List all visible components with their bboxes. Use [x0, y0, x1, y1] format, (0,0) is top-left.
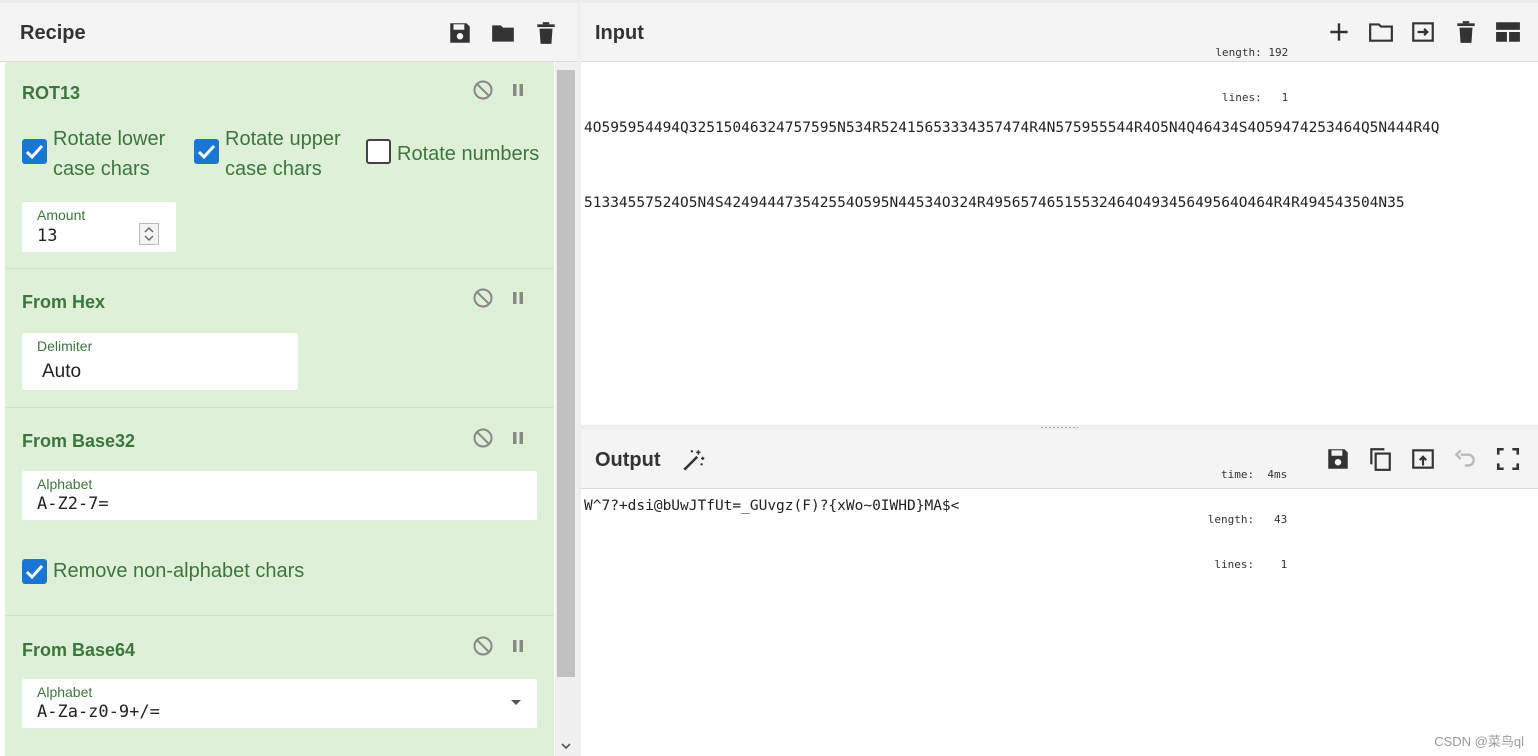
load-file-icon[interactable] — [1410, 19, 1436, 45]
trash-icon[interactable] — [533, 20, 559, 46]
delimiter-label: Delimiter — [37, 338, 93, 354]
open-folder-icon[interactable] — [1368, 19, 1394, 45]
rotate-lower-label: Rotate lower case chars — [53, 128, 166, 180]
remove-non-alphabet-checkbox[interactable] — [22, 559, 47, 584]
rotate-upper-label: Rotate upper case chars — [225, 128, 341, 180]
clear-input-icon[interactable] — [1453, 19, 1479, 45]
operation-title: ROT13 — [22, 83, 81, 103]
rotate-upper-checkbox[interactable] — [194, 139, 219, 164]
operation-from-base32: From Base32 Alphabet A-Z2-7= Remove non-… — [5, 408, 554, 616]
maximize-icon[interactable] — [1495, 446, 1521, 472]
delimiter-value[interactable]: Auto — [42, 361, 81, 383]
operation-title: From Hex — [22, 292, 106, 312]
input-textarea[interactable]: 4O595954494Q32515046324757595N534R524156… — [584, 66, 1440, 241]
pause-icon[interactable] — [507, 635, 529, 657]
check-icon — [25, 564, 44, 580]
replace-input-icon[interactable] — [1410, 446, 1436, 472]
dropdown-arrow-icon[interactable] — [510, 699, 522, 707]
rotate-numbers-label: Rotate numbers — [397, 143, 540, 165]
alphabet-label: Alphabet — [37, 476, 93, 492]
delimiter-field[interactable]: Delimiter Auto — [22, 333, 298, 390]
disable-icon[interactable] — [472, 287, 494, 309]
save-output-icon[interactable] — [1325, 446, 1351, 472]
output-header: Output time: 4ms length: 43 lines: 1 — [581, 430, 1538, 571]
pause-icon[interactable] — [507, 79, 529, 101]
disable-icon[interactable] — [472, 79, 494, 101]
alphabet-label: Alphabet — [37, 684, 93, 700]
base64-alphabet-field[interactable]: Alphabet A-Za-z0-9+/= — [22, 679, 537, 728]
base32-alphabet-field[interactable]: Alphabet A-Z2-7= — [22, 471, 537, 520]
disable-icon[interactable] — [472, 635, 494, 657]
remove-non-alphabet-label: Remove non-alphabet chars — [53, 560, 305, 582]
rotate-numbers-checkbox[interactable] — [366, 139, 391, 164]
layout-icon[interactable] — [1495, 19, 1521, 45]
save-icon[interactable] — [447, 20, 473, 46]
recipe-operations-list: ROT13 Rotate lower case chars Rotate upp… — [5, 62, 554, 756]
stepper-icon[interactable] — [139, 223, 159, 245]
rotate-lower-checkbox[interactable] — [22, 139, 47, 164]
copy-icon[interactable] — [1367, 446, 1393, 472]
operation-from-base64: From Base64 Alphabet A-Za-z0-9+/= — [5, 616, 554, 756]
output-stats: time: 4ms length: 43 lines: 1 — [1207, 468, 1288, 571]
recipe-panel: Recipe ROT13 Rotate lower case chars Rot… — [0, 3, 577, 756]
check-icon — [197, 144, 216, 160]
disable-icon[interactable] — [472, 427, 494, 449]
recipe-header: Recipe — [0, 3, 577, 62]
operation-from-hex: From Hex Delimiter Auto — [5, 269, 554, 408]
alphabet-value[interactable]: A-Za-z0-9+/= — [37, 702, 160, 722]
splitter-grip[interactable] — [1040, 426, 1078, 429]
operation-rot13: ROT13 Rotate lower case chars Rotate upp… — [5, 62, 554, 269]
add-icon[interactable] — [1326, 19, 1352, 45]
amount-value[interactable]: 13 — [37, 226, 57, 246]
input-header: Input length: 192 lines: 1 — [581, 3, 1538, 104]
operation-title: From Base64 — [22, 640, 136, 660]
output-text: W^7?+dsi@bUwJTfUt=_GUvgz(F)?{xWo~0IWHD}M… — [584, 498, 960, 514]
scrollbar-thumb[interactable] — [557, 70, 575, 677]
output-title: Output — [595, 449, 661, 471]
pause-icon[interactable] — [507, 427, 529, 449]
recipe-scrollbar[interactable] — [555, 62, 577, 756]
recipe-title: Recipe — [20, 22, 86, 44]
folder-icon[interactable] — [490, 20, 516, 46]
amount-field[interactable]: Amount 13 — [22, 202, 176, 252]
amount-label: Amount — [37, 207, 86, 223]
magic-wand-icon[interactable] — [681, 447, 707, 473]
scroll-down-icon[interactable] — [561, 743, 571, 750]
check-icon — [25, 144, 44, 160]
undo-icon[interactable] — [1452, 446, 1478, 472]
vertical-splitter[interactable] — [577, 3, 581, 756]
operation-title: From Base32 — [22, 431, 136, 451]
alphabet-value[interactable]: A-Z2-7= — [37, 494, 109, 514]
watermark: CSDN @菜鸟ql — [1434, 734, 1524, 749]
pause-icon[interactable] — [507, 287, 529, 309]
input-title: Input — [595, 22, 644, 44]
